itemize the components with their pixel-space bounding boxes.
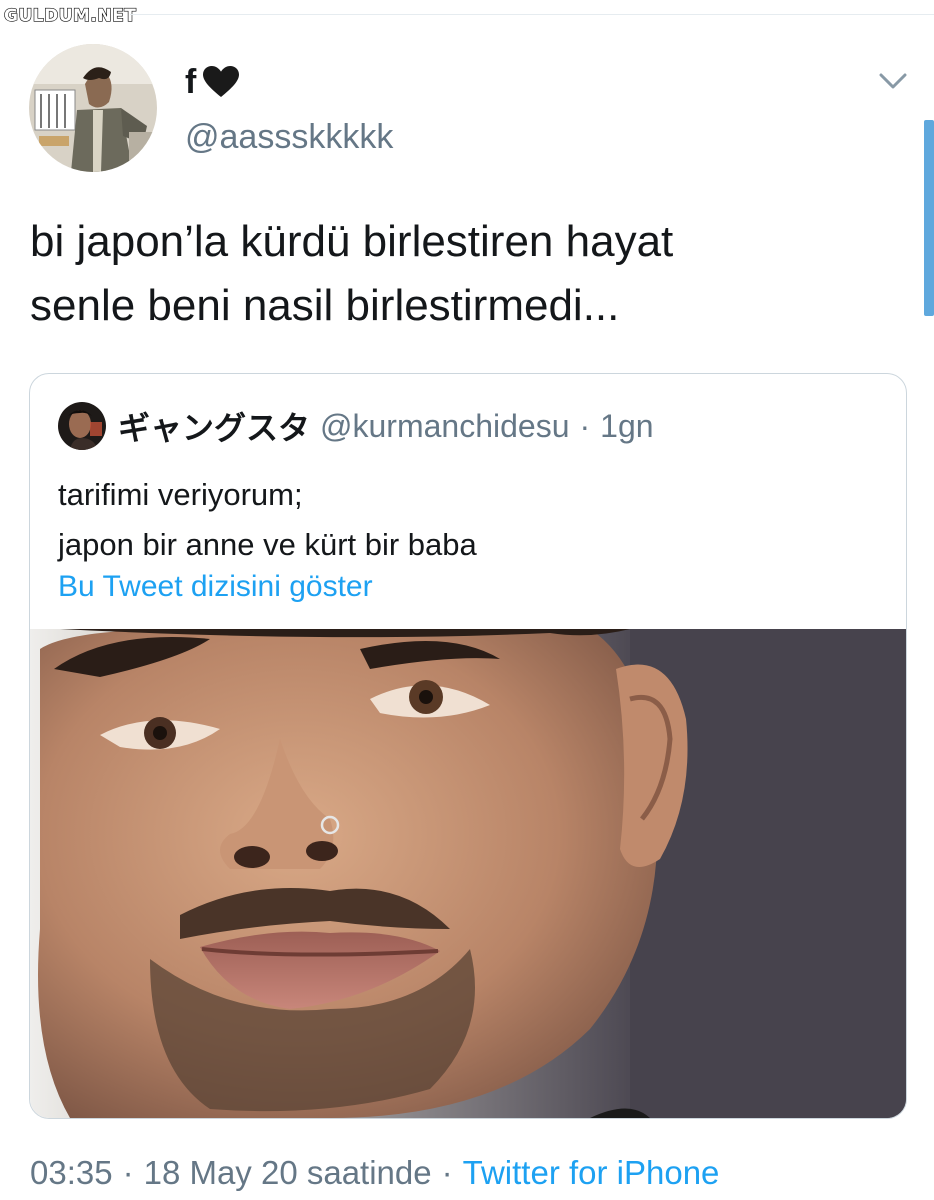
- quoted-display-name[interactable]: ギャングスタ: [118, 403, 310, 449]
- quoted-tweet-card[interactable]: ギャングスタ @kurmanchidesu · 1gn tarifimi ver…: [29, 373, 907, 1119]
- quoted-text-line: japon bir anne ve kürt bir baba: [58, 527, 477, 562]
- scrollbar-thumb[interactable]: [924, 120, 934, 316]
- quoted-handle[interactable]: @kurmanchidesu: [320, 408, 569, 445]
- quoted-tweet-photo[interactable]: [30, 629, 906, 1118]
- quoted-tweet-age[interactable]: 1gn: [600, 408, 653, 445]
- separator-dot: ·: [122, 1154, 134, 1191]
- tweet-time[interactable]: 03:35: [30, 1154, 113, 1192]
- quoted-tweet-text: tarifimi veriyorum; japon bir anne ve kü…: [58, 470, 477, 570]
- quoted-avatar-photo: [58, 402, 106, 450]
- tweet-text: bi japon’la kürdü birlestiren hayat senl…: [30, 210, 910, 338]
- separator-dot: ·: [579, 407, 591, 444]
- author-display-name[interactable]: f: [185, 60, 240, 104]
- top-divider: [130, 14, 934, 15]
- site-watermark: GULDUM.NET: [3, 5, 137, 26]
- tweet-source-link[interactable]: Twitter for iPhone: [463, 1154, 720, 1192]
- separator-dot: ·: [441, 1154, 453, 1191]
- tweet-text-line: bi japon’la kürdü birlestiren hayat: [30, 217, 674, 266]
- quoted-author-avatar[interactable]: [58, 402, 106, 450]
- black-heart-icon: [203, 66, 240, 97]
- author-avatar[interactable]: [29, 44, 157, 172]
- tweet-date[interactable]: 18 May 20 saatinde: [144, 1154, 432, 1192]
- show-thread-link[interactable]: Bu Tweet dizisini göster: [58, 570, 373, 604]
- author-handle[interactable]: @aassskkkkk: [185, 118, 393, 157]
- author-name-text: f: [185, 62, 197, 101]
- quoted-text-line: tarifimi veriyorum;: [58, 477, 303, 512]
- tweet-meta: 03:35 · 18 May 20 saatinde · Twitter for…: [30, 1150, 719, 1196]
- tweet-text-line: senle beni nasil birlestirmedi...: [30, 281, 620, 330]
- quoted-tweet-header: ギャングスタ @kurmanchidesu · 1gn: [118, 402, 654, 450]
- avatar-photo: [29, 44, 157, 172]
- chevron-down-icon[interactable]: [876, 66, 910, 96]
